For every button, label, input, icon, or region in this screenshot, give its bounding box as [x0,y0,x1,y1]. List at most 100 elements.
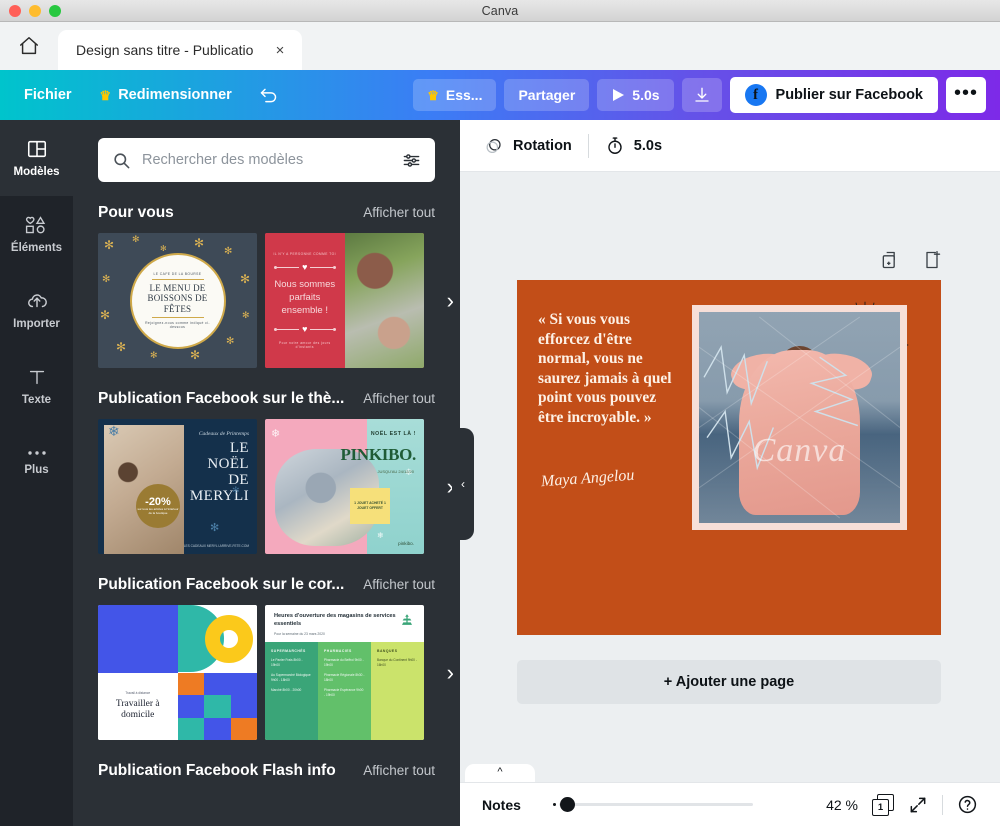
template-brand: LE CAFE DE LA BOURSE [153,272,202,277]
template-thumbnail[interactable]: ✻ ✻ ✻ ✻ ✻ ✻ ✻ ✻ ✻ ✻ ✻ ✻ ✻ LE CAFE DE LA BOURSE… [98,233,257,368]
section-title: Publication Facebook Flash info [98,762,336,779]
photo-frame[interactable]: Canva [692,305,907,530]
undo-icon[interactable] [250,79,287,112]
zoom-slider[interactable] [552,797,753,812]
play-duration-button[interactable]: 5.0s [597,79,674,111]
filter-icon [403,153,420,167]
rotation-icon [486,138,501,153]
add-page-button[interactable]: + Ajouter une page [517,660,941,704]
sidebar-item-importer[interactable]: Importer [0,272,73,348]
section-show-all-link[interactable]: Afficher tout [363,205,435,220]
close-icon[interactable]: × [271,41,289,59]
section-show-all-link[interactable]: Afficher tout [363,391,435,406]
author-signature[interactable]: Maya Angelou [540,467,634,491]
template-footer: LES CADEAUX MERYLI.ARRIVE-FETE.COM [183,544,249,548]
sidebar-item-label: Modèles [13,166,60,178]
template-heading: LE MENU DE BOISSONS DE FÊTES [147,283,208,314]
template-thumbnail[interactable]: Heures d'ouverture des magasins de servi… [265,605,424,740]
heart-divider: ♥ [273,262,336,273]
slider-track[interactable] [558,803,753,806]
more-options-button[interactable]: ••• [946,77,986,113]
design-photo: Canva [699,312,900,523]
share-label: Partager [518,87,576,103]
section-show-all-link[interactable]: Afficher tout [363,763,435,778]
template-column: BANQUES Banque du Continent 9h00 - 16h00 [371,642,424,740]
upload-icon [27,294,47,308]
timer-button[interactable]: 5.0s [605,136,662,156]
section-header: Pour vous Afficher tout [98,204,435,222]
file-menu-button[interactable]: Fichier [14,80,82,110]
try-pro-button[interactable]: ♛ Ess... [413,79,497,111]
sidebar-item-label: Texte [21,394,52,406]
timer-icon [608,136,622,154]
template-thumbnail[interactable]: Travail à distance Travailler à domicile [98,605,257,740]
quote-text[interactable]: « Si vous vous efforcez d'être normal, v… [538,310,680,427]
template-thumbnail[interactable]: IL N'Y A PERSONNE COMME TOI ♥ Nous somme… [265,233,424,368]
template-column: SUPERMARCHÉS Le Panier Frais 8h00 - 19h0… [265,642,318,740]
heart-icon: ♥ [302,323,308,334]
section-title: Publication Facebook sur le thè... [98,390,345,407]
template-thumbnail[interactable]: ❄ ❄ ❄ NOËL EST LÀ ! PINKIBO. JUSQU'AU 24/… [265,419,424,554]
publish-facebook-button[interactable]: f Publier sur Facebook [729,77,938,113]
add-page-icon[interactable] [922,250,942,275]
sidebar-item-texte[interactable]: Texte [0,348,73,424]
context-toolbar: Rotation 5.0s [460,120,1000,172]
template-content: IL N'Y A PERSONNE COMME TOI ♥ Nous somme… [265,233,345,368]
template-message: Nous sommes parfaits ensemble ! [274,279,336,316]
download-icon[interactable] [681,78,722,112]
sidebar-item-plus[interactable]: Plus [0,424,73,500]
column-item: Au Supermarché Biologique 9h00 - 18h00 [271,673,311,682]
geo-quadrant [177,605,257,673]
template-columns: SUPERMARCHÉS Le Panier Frais 8h00 - 19h0… [265,642,424,740]
search-box[interactable] [98,138,435,182]
column-title: BANQUES [377,649,398,654]
resize-label: Redimensionner [118,87,232,103]
pages-icon[interactable]: 1 [872,793,894,816]
template-caption: Rejoignez-nous comme indiqué ci-dessous [145,320,210,329]
sidebar-item-modeles[interactable]: Modèles [0,120,73,196]
page-number-label: 1 [872,798,889,816]
divider [942,794,943,815]
template-heading: Heures d'ouverture des magasins de servi… [274,613,396,627]
templates-icon [27,140,46,158]
resize-button[interactable]: ♛ Redimensionner [90,80,242,110]
try-pro-label: Ess... [445,87,483,103]
carousel-next-icon[interactable]: › [447,661,454,684]
template-eyebrow: Travail à distance [125,690,151,695]
share-button[interactable]: Partager [504,79,590,111]
thumbnail-row: Travail à distance Travailler à domicile… [98,605,454,740]
sidebar-item-elements[interactable]: Éléments [0,196,73,272]
home-icon[interactable] [0,22,58,70]
zoom-level-label: 42 % [826,796,858,813]
file-menu-label: Fichier [24,87,72,103]
template-content: LE CAFE DE LA BOURSE LE MENU DE BOISSONS… [129,252,226,349]
templates-panel: Pour vous Afficher tout ✻✻ ✻✻ ✻✻ ✻✻ ✻✻ ✻… [73,120,460,826]
search-input[interactable] [142,152,391,168]
sidebar-item-label: Plus [24,464,49,476]
template-promo: 1 JOUET ACHETÉ 1 JOUET OFFERT [350,488,390,524]
browser-tab[interactable]: Design sans titre - Publicatio × [58,30,302,70]
heart-icon: ♥ [302,262,308,273]
design-canvas-page[interactable]: « Si vous vous efforcez d'être normal, v… [517,280,941,635]
panel-collapse-handle[interactable]: ‹ [452,428,474,540]
bottom-panel-toggle[interactable]: ^ [465,764,535,782]
divider [151,316,204,318]
duplicate-page-icon[interactable] [880,250,900,275]
zigzag-overlay [699,316,900,519]
notes-button[interactable]: Notes [482,797,521,813]
carousel-next-icon[interactable]: › [447,289,454,312]
rotation-button[interactable]: Rotation [484,136,572,156]
template-thumbnail[interactable]: ❄ ✻ ✻ Cadeaux de Printemps LE NOËL DE MER… [98,419,257,554]
section-facebook-flash: Publication Facebook Flash info Afficher… [73,762,460,780]
section-show-all-link[interactable]: Afficher tout [363,577,435,592]
help-icon[interactable] [957,794,978,815]
column-title: SUPERMARCHÉS [271,649,306,654]
heart-divider: ♥ [273,323,336,334]
section-pour-vous: Pour vous Afficher tout ✻ ✻ ✻ ✻ ✻ ✻ ✻ ✻ ✻ ✻ ✻… [73,204,460,368]
template-eyebrow: IL N'Y A PERSONNE COMME TOI [273,252,337,257]
thumbnail-row: ❄ ✻ ✻ Cadeaux de Printemps LE NOËL DE MER… [98,419,454,554]
play-duration-label: 5.0s [632,87,660,103]
slider-knob[interactable] [559,797,575,812]
sidebar-item-label: Éléments [10,242,63,254]
fullscreen-icon[interactable] [908,795,928,815]
